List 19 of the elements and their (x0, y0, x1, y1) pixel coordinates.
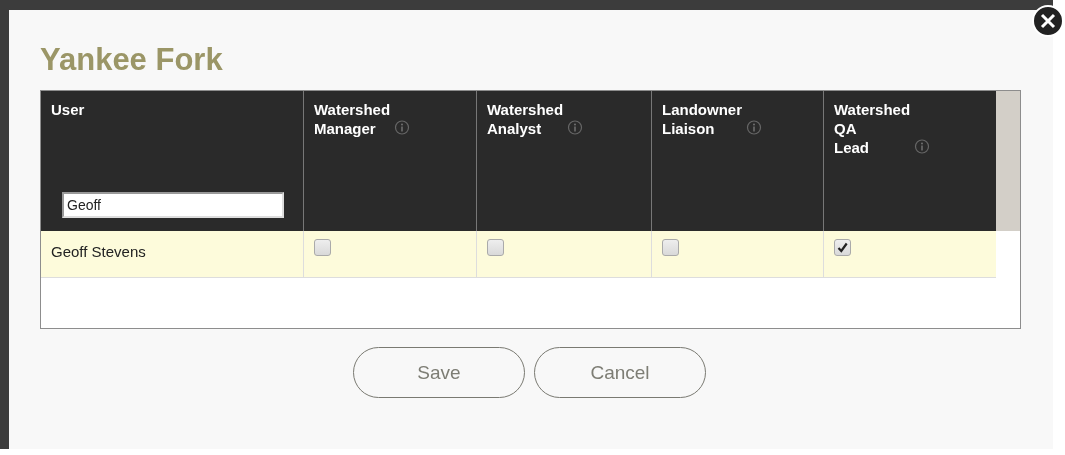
info-icon[interactable] (567, 120, 584, 136)
cancel-button[interactable]: Cancel (534, 347, 706, 398)
role-checkbox[interactable] (662, 239, 679, 256)
role-checkbox[interactable] (487, 239, 504, 256)
info-icon[interactable] (394, 120, 411, 136)
role-checkbox[interactable] (834, 239, 851, 256)
save-button[interactable]: Save (353, 347, 525, 398)
dialog-title: Yankee Fork (40, 41, 224, 79)
filter-field[interactable]: Geoff (62, 192, 284, 218)
column-label: Watershed QA Lead (834, 100, 911, 157)
info-icon[interactable] (746, 120, 762, 136)
role-checkbox[interactable] (314, 239, 331, 256)
info-icon[interactable] (914, 139, 931, 155)
column-label: Landowner Liaison (662, 100, 742, 138)
column-label: Watershed Analyst (487, 100, 564, 138)
close-icon[interactable] (1031, 4, 1065, 38)
column-label: User (51, 100, 85, 119)
column-label: Watershed Manager (314, 100, 391, 138)
user-cell: Geoff Stevens (41, 231, 303, 278)
